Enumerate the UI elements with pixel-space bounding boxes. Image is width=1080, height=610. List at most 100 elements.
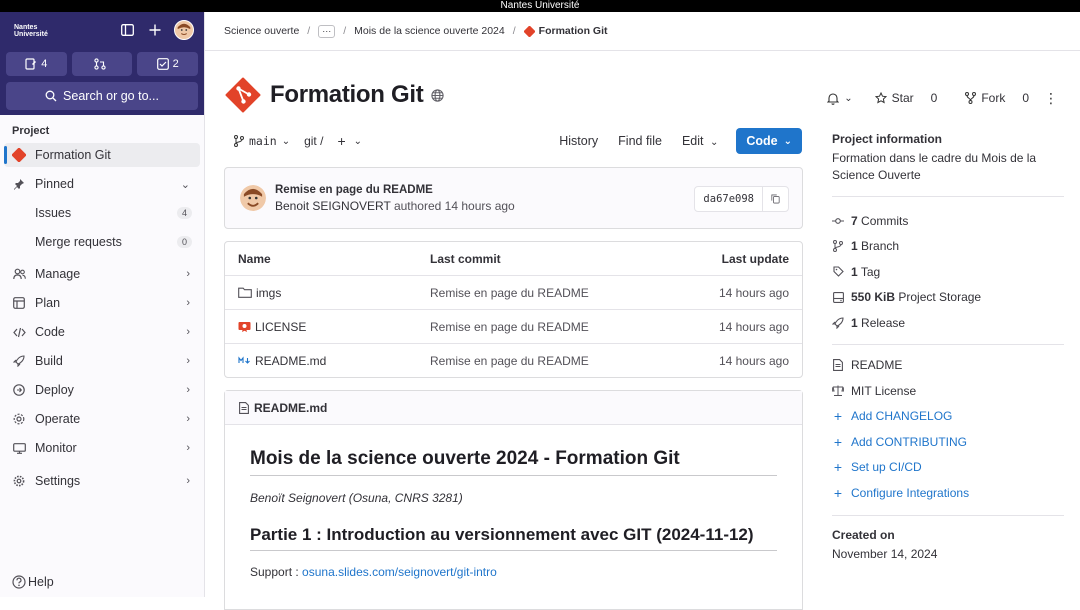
stat-value: 1 <box>851 264 858 279</box>
nantes-logo[interactable]: Nantes Université <box>14 24 48 38</box>
file-name-cell[interactable]: LICENSE <box>238 320 306 334</box>
configure-integrations-link[interactable]: + Configure Integrations <box>832 480 1064 506</box>
sidebar-item-label: Plan <box>35 296 61 310</box>
file-name: README.md <box>255 353 327 368</box>
sidebar-section-label: Project <box>12 125 50 137</box>
support-label: Support : <box>250 565 299 579</box>
add-contributing-link[interactable]: + Add CONTRIBUTING <box>832 429 1064 455</box>
star-button[interactable]: Star 0 <box>868 87 945 109</box>
scale-icon <box>832 385 844 397</box>
sidebar-item-code[interactable]: Code › <box>4 320 200 344</box>
search-button[interactable]: Search or go to... <box>6 82 198 110</box>
chevron-down-icon: ⌄ <box>844 92 853 104</box>
readme-heading-1: Mois de la science ouverte 2024 - Format… <box>250 448 777 476</box>
issues-icon <box>25 58 37 70</box>
history-button[interactable]: History <box>549 134 608 148</box>
sidebar-nav: Formation Git Pinned ⌄ Issues 4 Merge re… <box>0 143 204 493</box>
sidebar-item-manage[interactable]: Manage › <box>4 262 200 286</box>
sidebar-item-plan[interactable]: Plan › <box>4 291 200 315</box>
table-row[interactable]: README.md Remise en page du README 14 ho… <box>225 343 802 377</box>
chevron-right-icon: › <box>186 384 190 396</box>
created-label: Created on <box>832 527 895 542</box>
project-information-panel: Project information Formation dans le ca… <box>832 132 1064 561</box>
todos-count-button[interactable]: 2 <box>137 52 199 76</box>
user-avatar[interactable] <box>174 20 194 40</box>
file-name-cell[interactable]: imgs <box>238 286 281 300</box>
tag-icon <box>832 266 844 278</box>
stat-releases[interactable]: 1 Release <box>832 310 1064 336</box>
stat-storage[interactable]: 550 KiB Project Storage <box>832 285 1064 311</box>
breadcrumb-item-subgroup[interactable]: Mois de la science ouverte 2024 <box>354 25 505 37</box>
sidebar-item-build[interactable]: Build › <box>4 349 200 373</box>
doc-readme[interactable]: README <box>832 353 1064 379</box>
chevron-right-icon: › <box>186 326 190 338</box>
stat-commits[interactable]: 7 Commits <box>832 208 1064 234</box>
fork-button[interactable]: Fork 0 <box>958 87 1036 109</box>
plus-icon: + <box>833 433 843 450</box>
sidebar-item-label: Settings <box>35 474 81 488</box>
sidebar-item-label: Pinned <box>35 177 74 191</box>
chevron-right-icon: › <box>186 297 190 309</box>
folder-icon <box>238 287 252 298</box>
commit-title[interactable]: Remise en page du README <box>275 184 515 196</box>
fork-count[interactable]: 0 <box>1022 91 1029 105</box>
file-last-commit[interactable]: Remise en page du README <box>430 286 589 300</box>
plus-icon: + <box>833 484 843 501</box>
users-icon <box>12 267 26 281</box>
add-changelog-link[interactable]: + Add CHANGELOG <box>832 404 1064 430</box>
edit-dropdown[interactable]: Edit ⌄ <box>672 134 728 148</box>
sidebar-item-deploy[interactable]: Deploy › <box>4 378 200 402</box>
project-actions: ⌄ Star 0 Fork 0 ⋮ <box>820 87 1058 109</box>
repo-path[interactable]: git / <box>304 134 323 148</box>
stat-label: Tag <box>860 264 881 279</box>
merge-request-icon <box>94 58 106 70</box>
license-icon <box>238 321 251 332</box>
copy-icon[interactable] <box>762 187 788 211</box>
project-git-icon <box>12 148 26 162</box>
merge-requests-count-button[interactable] <box>71 52 133 76</box>
file-last-commit[interactable]: Remise en page du README <box>430 320 589 334</box>
sidebar-item-settings[interactable]: Settings › <box>4 469 200 493</box>
more-actions-icon[interactable]: ⋮ <box>1044 90 1058 107</box>
file-last-commit[interactable]: Remise en page du README <box>430 354 589 368</box>
file-name: LICENSE <box>255 319 307 334</box>
sidebar-item-monitor[interactable]: Monitor › <box>4 436 200 460</box>
table-row[interactable]: imgs Remise en page du README 14 hours a… <box>225 275 802 309</box>
breadcrumb-item-project[interactable]: Formation Git <box>523 25 608 37</box>
sidebar-item-merge-requests[interactable]: Merge requests 0 <box>4 230 200 254</box>
table-row[interactable]: LICENSE Remise en page du README 14 hour… <box>225 309 802 343</box>
commit-author[interactable]: Benoit SEIGNOVERT <box>275 199 391 213</box>
sidebar-toggle-icon[interactable] <box>118 21 136 39</box>
breadcrumb-item-group[interactable]: Science ouverte <box>224 25 299 37</box>
support-link[interactable]: osuna.slides.com/seignovert/git-intro <box>302 565 497 579</box>
file-name-cell[interactable]: README.md <box>238 354 326 368</box>
branch-selector[interactable]: main ⌄ <box>224 134 300 148</box>
star-count[interactable]: 0 <box>931 91 938 105</box>
sidebar-item-pinned[interactable]: Pinned ⌄ <box>4 172 200 196</box>
sidebar-item-operate[interactable]: Operate › <box>4 407 200 431</box>
author-avatar[interactable] <box>240 185 266 211</box>
add-file-dropdown[interactable]: + ⌄ <box>337 133 362 149</box>
repo-path-separator: / <box>320 134 324 148</box>
cloud-gear-icon <box>12 412 26 426</box>
merge-requests-badge: 0 <box>176 236 192 248</box>
code-dropdown-button[interactable]: Code ⌄ <box>736 128 802 154</box>
readme-filename[interactable]: README.md <box>254 401 327 415</box>
search-label: Search or go to... <box>63 89 159 103</box>
setup-cicd-link[interactable]: + Set up CI/CD <box>832 455 1064 481</box>
issues-count-button[interactable]: 4 <box>6 52 67 76</box>
breadcrumb-more-button[interactable]: ··· <box>318 24 336 38</box>
notifications-button[interactable]: ⌄ <box>820 87 859 109</box>
create-new-icon[interactable] <box>146 21 164 39</box>
sidebar-item-issues[interactable]: Issues 4 <box>4 201 200 225</box>
stat-branches[interactable]: 1 Branch <box>832 234 1064 260</box>
file-table: Name Last commit Last update imgs Remise… <box>224 241 803 378</box>
commit-sha[interactable]: da67e098 <box>695 193 762 205</box>
help-button[interactable]: Help <box>12 575 54 589</box>
chevron-right-icon: › <box>186 442 190 454</box>
stat-tags[interactable]: 1 Tag <box>832 259 1064 285</box>
doc-license[interactable]: MIT License <box>832 378 1064 404</box>
find-file-button[interactable]: Find file <box>608 134 672 148</box>
file-last-update: 14 hours ago <box>718 353 789 368</box>
sidebar-item-project[interactable]: Formation Git <box>4 143 200 167</box>
